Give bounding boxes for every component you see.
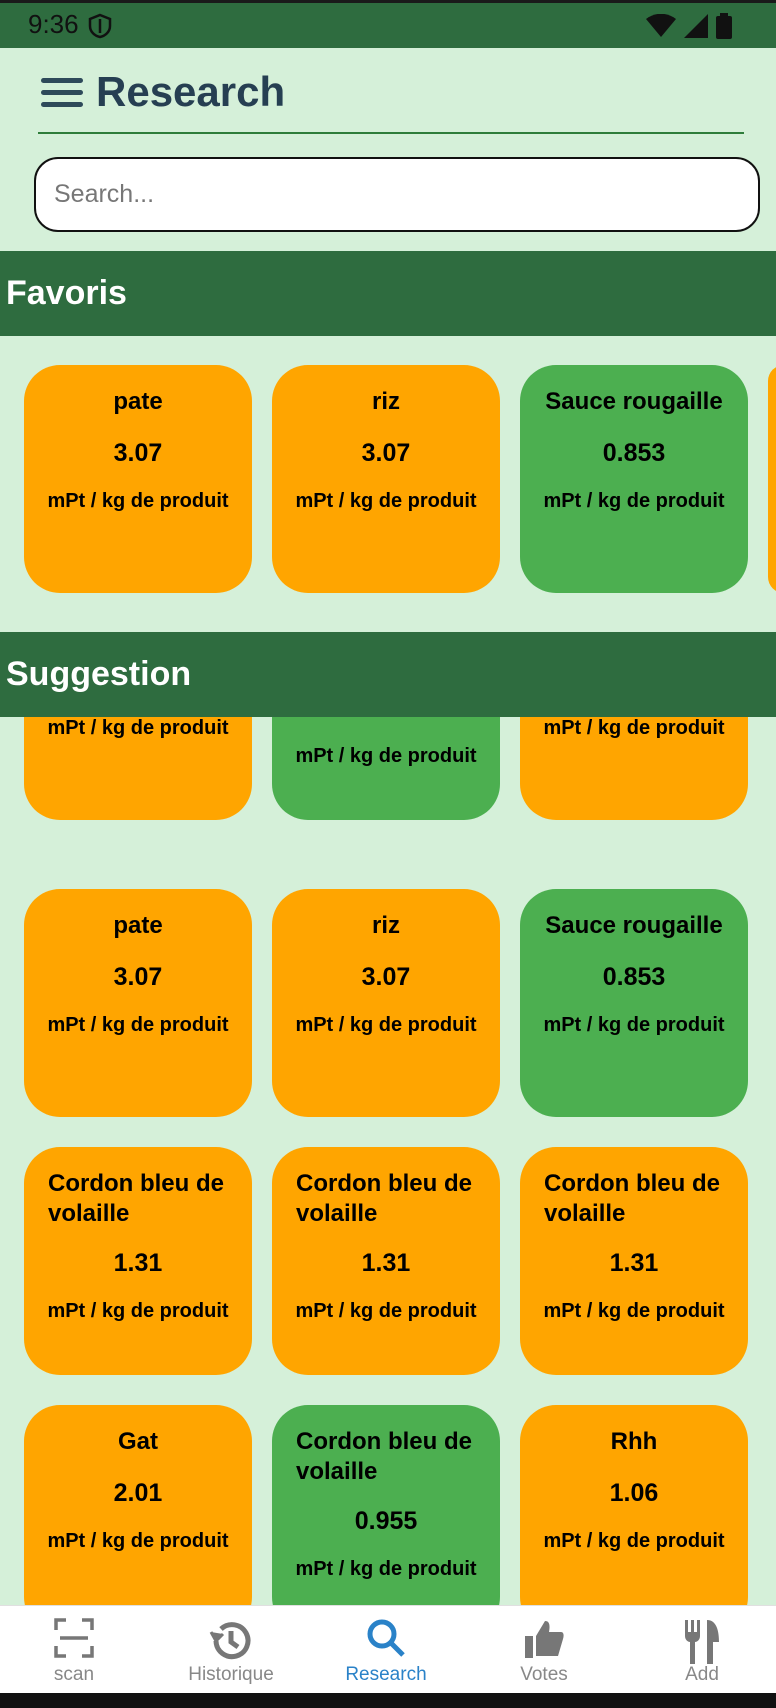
score-unit: mPt / kg de produit xyxy=(47,490,229,512)
score-unit: mPt / kg de produit xyxy=(295,1300,477,1322)
score-unit: mPt / kg de produit xyxy=(543,490,725,512)
suggestion-grid: Gat2.01mPt / kg de produitCordon bleu de… xyxy=(0,717,776,1605)
battery-icon xyxy=(716,13,732,44)
score-unit: mPt / kg de produit xyxy=(295,1014,477,1036)
product-score: 1.06 xyxy=(609,1479,659,1507)
suggestion-card[interactable]: Cordon bleu de volaille 1.31 mPt / kg de p… xyxy=(272,1147,500,1375)
suggestion-card[interactable]: Rhh 1.06 mPt / kg de produit xyxy=(520,1405,748,1605)
product-score: 0.853 xyxy=(602,963,666,991)
nav-label-historique: Historique xyxy=(188,1664,274,1685)
status-bar: 9:36 xyxy=(0,0,776,48)
score-unit: mPt / kg de produit xyxy=(295,490,477,512)
product-name: riz xyxy=(371,912,400,939)
history-icon xyxy=(208,1618,254,1669)
scan-icon xyxy=(54,1618,94,1663)
product-score: 0.853 xyxy=(602,439,666,467)
nav-label-add: Add xyxy=(685,1664,719,1685)
product-score: 3.07 xyxy=(113,439,163,467)
score-unit: mPt / kg de produit xyxy=(543,1530,725,1552)
shield-icon xyxy=(88,13,112,44)
nav-add[interactable]: Add xyxy=(632,1606,772,1694)
score-unit: mPt / kg de produit xyxy=(543,717,725,739)
status-time: 9:36 xyxy=(28,9,79,39)
system-nav-bar xyxy=(0,1693,776,1708)
suggestion-card[interactable]: pate 3.07 mPt / kg de produit xyxy=(24,889,252,1117)
product-name: riz xyxy=(371,388,400,415)
score-unit: mPt / kg de produit xyxy=(47,1014,229,1036)
product-score: 0.955 xyxy=(288,717,484,723)
product-score: 1.31 xyxy=(609,1249,659,1277)
product-name: Cordon bleu de volaille xyxy=(544,1170,720,1227)
wifi-icon xyxy=(646,13,676,43)
search-input[interactable] xyxy=(34,157,760,232)
product-name: pate xyxy=(113,912,163,939)
suggestion-card[interactable]: riz 3.07 mPt / kg de produit xyxy=(272,889,500,1117)
product-name: Rhh xyxy=(610,1428,658,1455)
score-unit: mPt / kg de produit xyxy=(47,1530,229,1552)
score-unit: mPt / kg de produit xyxy=(543,1014,725,1036)
product-name: Cordon bleu de volaille xyxy=(48,1170,224,1227)
favoris-header: Favoris xyxy=(0,251,776,336)
score-unit: mPt / kg de produit xyxy=(47,717,229,739)
thumb-up-icon xyxy=(523,1618,565,1665)
suggestion-card[interactable]: Cordon bleu de volaille 0.955 mPt / kg de … xyxy=(272,1405,500,1605)
score-unit: mPt / kg de produit xyxy=(543,1300,725,1322)
product-score: 0.955 xyxy=(354,1507,418,1535)
suggestion-card[interactable]: Gat 2.01 mPt / kg de produit xyxy=(24,1405,252,1605)
nav-label-research: Research xyxy=(345,1664,427,1685)
favorite-card[interactable]: pate 3.07 mPt / kg de produit xyxy=(24,365,252,593)
menu-icon[interactable] xyxy=(41,78,83,110)
nav-scan[interactable]: scan xyxy=(4,1606,144,1694)
product-name: Sauce rougaille xyxy=(545,912,723,939)
product-score: 3.07 xyxy=(361,963,411,991)
suggestion-card[interactable]: Cordon bleu de volaille 1.31 mPt / kg de p… xyxy=(24,1147,252,1375)
product-score: 1.31 xyxy=(361,1249,411,1277)
product-score: 1.31 xyxy=(113,1249,163,1277)
app-header: Research xyxy=(38,48,744,134)
favorite-card[interactable]: Sauce rougaille 0.853 mPt / kg de produit xyxy=(520,365,748,593)
product-name: Gat xyxy=(117,1428,158,1455)
suggestion-card[interactable]: Cordon bleu de volaille 1.31 mPt / kg de p… xyxy=(520,1147,748,1375)
nav-label-votes: Votes xyxy=(520,1664,568,1685)
favorite-card-partial[interactable] xyxy=(768,365,776,593)
product-score: 2.01 xyxy=(113,1479,163,1507)
suggestion-card[interactable]: Sauce rougaille 0.853 mPt / kg de produit xyxy=(520,889,748,1117)
favorite-card[interactable]: riz 3.07 mPt / kg de produit xyxy=(272,365,500,593)
fork-knife-icon xyxy=(683,1618,721,1669)
signal-icon xyxy=(684,14,708,43)
page-title: Research xyxy=(96,68,286,115)
product-name: pate xyxy=(113,388,163,415)
suggestion-card[interactable]: Cordon bleu de volaille0.955mPt / kg de … xyxy=(272,717,500,820)
product-score: 3.07 xyxy=(361,439,411,467)
score-unit: mPt / kg de produit xyxy=(295,1558,477,1580)
product-name: Sauce rougaille xyxy=(545,388,723,415)
suggestion-header: Suggestion xyxy=(0,632,776,717)
nav-historique[interactable]: Historique xyxy=(161,1606,301,1694)
product-name: Cordon bleu de volaille xyxy=(296,1428,472,1485)
suggestion-card[interactable]: Gat2.01mPt / kg de produit xyxy=(24,717,252,820)
search-icon xyxy=(366,1618,406,1663)
score-unit: mPt / kg de produit xyxy=(295,745,477,767)
bottom-nav: scan Historique Research Votes Add xyxy=(0,1605,776,1693)
nav-research[interactable]: Research xyxy=(316,1606,456,1694)
suggestion-card[interactable]: Rhh1.06mPt / kg de produit xyxy=(520,717,748,820)
nav-label-scan: scan xyxy=(53,1664,95,1685)
product-name: Cordon bleu de volaille xyxy=(296,1170,472,1227)
product-score: 3.07 xyxy=(113,963,163,991)
score-unit: mPt / kg de produit xyxy=(47,1300,229,1322)
nav-votes[interactable]: Votes xyxy=(474,1606,614,1694)
